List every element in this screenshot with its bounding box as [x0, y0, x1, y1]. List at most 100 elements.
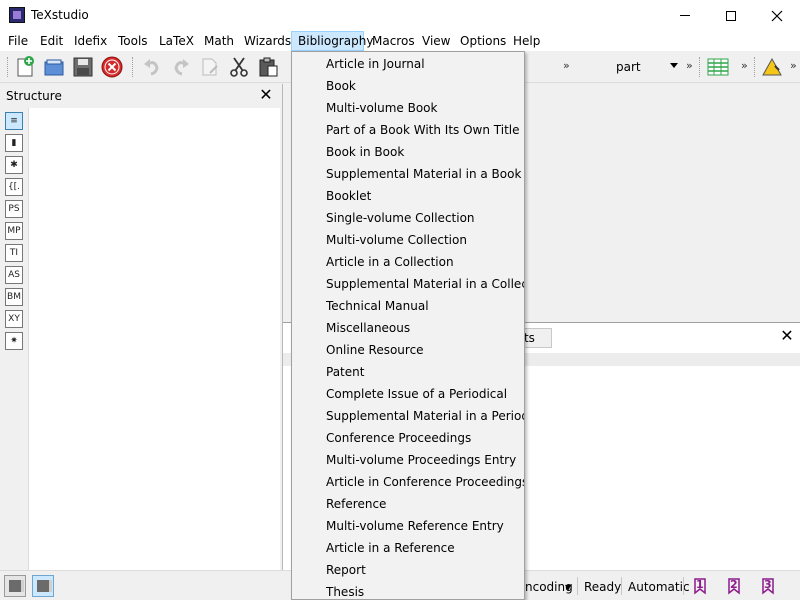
menu-edit[interactable]: Edit	[40, 31, 63, 51]
menu-options[interactable]: Options	[460, 31, 506, 51]
menu-view[interactable]: View	[422, 31, 450, 51]
bookmarks-icon[interactable]: ▮	[5, 134, 23, 152]
menu-wizards[interactable]: Wizards	[244, 31, 291, 51]
toolbar-overflow-button[interactable]: »	[563, 59, 570, 72]
menu-item-book[interactable]: Book	[294, 75, 522, 97]
menu-item-article-in-proceedings[interactable]: Article in Conference Proceedings	[294, 471, 524, 493]
close-document-button[interactable]	[100, 55, 124, 79]
maximize-button[interactable]	[708, 0, 754, 31]
bookmark-1-label: 1	[696, 578, 704, 591]
menu-item-patent[interactable]: Patent	[294, 361, 522, 383]
menu-help[interactable]: Help	[513, 31, 540, 51]
undo-button[interactable]	[140, 55, 164, 79]
messages-close-button[interactable]: ✕	[778, 327, 796, 345]
special-symbols-icon[interactable]: ✷	[5, 332, 23, 350]
menu-item-article-in-collection[interactable]: Article in a Collection	[294, 251, 522, 273]
status-separator	[683, 577, 684, 595]
menu-item-complete-issue-periodical[interactable]: Complete Issue of a Periodical	[294, 383, 522, 405]
menu-file[interactable]: File	[8, 31, 28, 51]
menu-item-supplemental-collection[interactable]: Supplemental Material in a Collection	[294, 273, 524, 295]
toggle-messages-button[interactable]	[32, 575, 54, 597]
bibliography-dropdown-menu: Article in Journal Book Multi-volume Boo…	[291, 51, 525, 600]
menu-item-conference-proceedings[interactable]: Conference Proceedings	[294, 427, 522, 449]
menu-item-single-volume-collection[interactable]: Single-volume Collection	[294, 207, 522, 229]
bookmark-2-icon[interactable]: 2	[724, 576, 744, 596]
menu-tools[interactable]: Tools	[118, 31, 148, 51]
structure-title: Structure	[6, 89, 62, 103]
menu-item-book-in-book[interactable]: Book in Book	[294, 141, 522, 163]
redo-button[interactable]	[169, 55, 193, 79]
menu-item-report[interactable]: Report	[294, 559, 522, 581]
toolbar-separator	[132, 57, 133, 77]
structure-close-button[interactable]: ✕	[258, 87, 274, 103]
menu-item-technical-manual[interactable]: Technical Manual	[294, 295, 522, 317]
menu-idefix[interactable]: Idefix	[74, 31, 107, 51]
menu-item-reference[interactable]: Reference	[294, 493, 522, 515]
title-bar: TeXstudio	[0, 0, 800, 31]
tikz-icon[interactable]: TI	[5, 244, 23, 262]
menu-item-miscellaneous[interactable]: Miscellaneous	[294, 317, 522, 339]
warning-button[interactable]	[760, 55, 784, 79]
toolbar-separator	[699, 57, 700, 77]
status-separator	[621, 577, 622, 595]
structure-header: Structure ✕	[0, 84, 282, 108]
xymatrix-icon[interactable]: XY	[5, 310, 23, 328]
status-text: Ready	[584, 580, 622, 594]
new-document-button[interactable]	[13, 55, 37, 79]
copy-button[interactable]	[198, 55, 222, 79]
menu-item-multi-volume-book[interactable]: Multi-volume Book	[294, 97, 522, 119]
paste-icon	[259, 57, 278, 77]
minimize-button[interactable]	[662, 0, 708, 31]
brackets-icon[interactable]: {[.	[5, 178, 23, 196]
menu-item-multi-volume-collection[interactable]: Multi-volume Collection	[294, 229, 522, 251]
menu-math[interactable]: Math	[204, 31, 234, 51]
menu-item-multi-volume-reference[interactable]: Multi-volume Reference Entry	[294, 515, 522, 537]
menu-bibliography[interactable]: Bibliography	[291, 31, 373, 51]
insert-table-button[interactable]	[706, 55, 730, 79]
close-window-button[interactable]	[754, 0, 800, 31]
bookmark-2-label: 2	[730, 578, 738, 591]
asymptote-icon[interactable]: AS	[5, 266, 23, 284]
structure-tree-icon[interactable]: ≡	[5, 112, 23, 130]
warning-icon	[762, 57, 782, 76]
toolbar-overflow-button-4[interactable]: »	[790, 59, 797, 72]
menu-item-part-of-a-book[interactable]: Part of a Book With Its Own Title	[294, 119, 522, 141]
bookmark-3-icon[interactable]: 3	[758, 576, 778, 596]
cut-button[interactable]	[227, 55, 251, 79]
save-button[interactable]	[71, 55, 95, 79]
menu-macros[interactable]: Macros	[372, 31, 415, 51]
menu-item-thesis[interactable]: Thesis	[294, 581, 522, 599]
symbols-icon[interactable]: ✱	[5, 156, 23, 174]
structure-panel: Structure ✕ ≡ ▮ ✱ {[. PS MP TI AS BM XY …	[0, 84, 282, 570]
cut-icon	[230, 57, 248, 77]
maximize-icon	[726, 10, 736, 21]
menu-item-article-in-journal[interactable]: Article in Journal	[294, 53, 522, 75]
open-icon	[44, 59, 64, 76]
pstricks-icon[interactable]: PS	[5, 200, 23, 218]
language-selector[interactable]: Automatic	[628, 580, 690, 594]
structure-tree[interactable]	[28, 108, 280, 570]
paste-button[interactable]	[256, 55, 280, 79]
toggle-structure-button[interactable]	[4, 575, 26, 597]
menu-item-supplemental-periodical[interactable]: Supplemental Material in a Periodical	[294, 405, 524, 427]
open-button[interactable]	[42, 55, 66, 79]
menu-item-booklet[interactable]: Booklet	[294, 185, 522, 207]
chevron-down-icon[interactable]	[670, 63, 678, 68]
menu-bar: File Edit Idefix Tools LaTeX Math Wizard…	[0, 31, 800, 51]
menu-item-multi-volume-proceedings[interactable]: Multi-volume Proceedings Entry	[294, 449, 522, 471]
menu-item-supplemental-book[interactable]: Supplemental Material in a Book	[294, 163, 522, 185]
window-title: TeXstudio	[31, 8, 89, 22]
beamer-icon[interactable]: BM	[5, 288, 23, 306]
bookmark-3-label: 3	[764, 578, 772, 591]
copy-icon	[202, 58, 218, 76]
metapost-icon[interactable]: MP	[5, 222, 23, 240]
chevron-down-icon[interactable]: ▼	[565, 583, 571, 592]
menu-latex[interactable]: LaTeX	[159, 31, 194, 51]
bookmark-1-icon[interactable]: 1	[690, 576, 710, 596]
menu-item-online-resource[interactable]: Online Resource	[294, 339, 522, 361]
menu-item-article-in-reference[interactable]: Article in a Reference	[294, 537, 522, 559]
close-icon	[771, 10, 783, 21]
toolbar-overflow-button-3[interactable]: »	[741, 59, 748, 72]
undo-icon	[144, 59, 159, 76]
minimize-icon	[680, 15, 690, 16]
